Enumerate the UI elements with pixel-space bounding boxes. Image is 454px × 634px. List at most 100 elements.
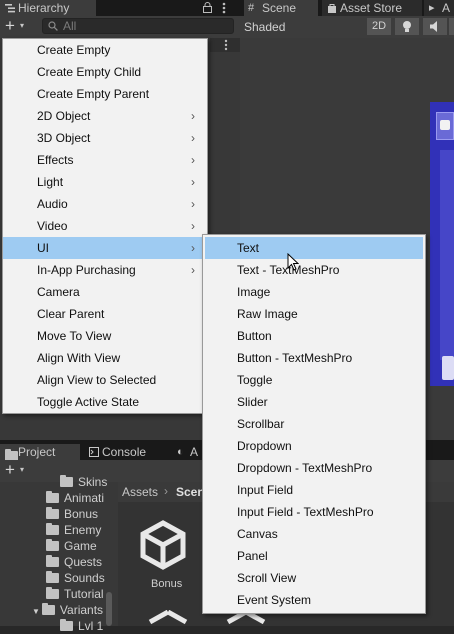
tree-item[interactable]: Sounds (46, 570, 105, 586)
menu-item-label: Create Empty (37, 43, 111, 57)
submenu-item[interactable]: Scroll View (203, 567, 425, 589)
menu-item-label: Effects (37, 153, 74, 167)
tab-hierarchy[interactable]: Hierarchy (0, 0, 96, 16)
tree-item[interactable]: Lvl 1 (60, 618, 103, 634)
tree-item[interactable]: Game (46, 538, 97, 554)
menu-item[interactable]: Create Empty Child (3, 61, 207, 83)
scene-options-icon[interactable] (224, 39, 228, 51)
tab-project[interactable]: Project (0, 444, 80, 461)
submenu-item[interactable]: Slider (203, 391, 425, 413)
tree-scrollbar[interactable] (106, 592, 112, 626)
submenu-item[interactable]: Canvas (203, 523, 425, 545)
menu-item[interactable]: Move To View (3, 325, 207, 347)
breadcrumb-scenes[interactable]: Scen (176, 485, 205, 499)
hierarchy-list-icon (5, 4, 15, 13)
tree-item[interactable]: Quests (46, 554, 102, 570)
submenu-item[interactable]: Scrollbar (203, 413, 425, 435)
hierarchy-add-button[interactable]: + ▾ (4, 16, 34, 38)
tree-item[interactable]: Skins (60, 474, 107, 490)
tab-animation[interactable]: ▸ A (424, 0, 454, 16)
unity-scene-icon[interactable] (138, 520, 188, 570)
effects-toggle-button[interactable] (449, 18, 454, 35)
tree-item[interactable]: ▼ Variants (32, 602, 103, 618)
menu-item-label: Align View to Selected (37, 373, 157, 387)
submenu-item-label: Event System (237, 593, 312, 607)
menu-item[interactable]: Align View to Selected (3, 369, 207, 391)
menu-item-label: 2D Object (37, 109, 91, 123)
submenu-item-label: Dropdown - TextMeshPro (237, 461, 373, 475)
tree-item[interactable]: Bonus (46, 506, 98, 522)
submenu-item[interactable]: Image (203, 281, 425, 303)
project-add-button[interactable]: + ▾ (4, 460, 34, 482)
menu-item-label: Create Empty Child (37, 65, 142, 79)
menu-item-label: Camera (37, 285, 80, 299)
shading-mode-label: Shaded (244, 20, 286, 34)
submenu-item[interactable]: Input Field (203, 479, 425, 501)
tab-project-label: Project (18, 445, 56, 459)
menu-item[interactable]: Create Empty (3, 39, 207, 61)
tab-asset-store[interactable]: Asset Store (322, 0, 422, 16)
submenu-item[interactable]: Toggle (203, 369, 425, 391)
submenu-item[interactable]: Panel (203, 545, 425, 567)
tab-scene[interactable]: # Scene (244, 0, 318, 16)
hierarchy-search-input[interactable]: All (42, 18, 234, 34)
unity-scene-icon[interactable] (148, 610, 188, 626)
tab-console[interactable]: Console (84, 444, 170, 460)
submenu-arrow-icon: › (191, 131, 195, 145)
submenu-item[interactable]: Dropdown - TextMeshPro (203, 457, 425, 479)
audio-toggle-button[interactable] (423, 18, 447, 35)
shading-mode-dropdown[interactable]: Shaded (244, 16, 334, 38)
submenu-arrow-icon: › (191, 109, 195, 123)
menu-item[interactable]: Video › (3, 215, 207, 237)
menu-item-label: In-App Purchasing (37, 263, 136, 277)
menu-item[interactable]: Light › (3, 171, 207, 193)
menu-item[interactable]: Audio › (3, 193, 207, 215)
expand-arrow-icon[interactable]: ▼ (32, 607, 40, 616)
kebab-menu-icon[interactable] (222, 2, 226, 14)
scene-ui-icon (440, 120, 450, 130)
menu-item[interactable]: 2D Object › (3, 105, 207, 127)
tree-item[interactable]: Animati (46, 490, 104, 506)
menu-item-label: Video (37, 219, 68, 233)
tree-item[interactable]: Enemy (46, 522, 101, 538)
submenu-item[interactable]: Button - TextMeshPro (203, 347, 425, 369)
menu-item[interactable]: Create Empty Parent (3, 83, 207, 105)
menu-item[interactable]: Align With View (3, 347, 207, 369)
submenu-item[interactable]: Raw Image (203, 303, 425, 325)
submenu-item[interactable]: Text - TextMeshPro (203, 259, 425, 281)
submenu-item-label: Button - TextMeshPro (237, 351, 353, 365)
menu-item[interactable]: UI › (3, 237, 207, 259)
project-folder-tree: Skins Animati Bonus Enemy Game Quests So… (0, 475, 118, 633)
submenu-item[interactable]: Button (203, 325, 425, 347)
breadcrumb-assets[interactable]: Assets (122, 485, 158, 499)
lock-icon[interactable] (203, 2, 212, 13)
menu-item[interactable]: In-App Purchasing › (3, 259, 207, 281)
lighting-toggle-button[interactable] (395, 18, 419, 35)
submenu-item-label: Canvas (237, 527, 278, 541)
submenu-item[interactable]: Input Field - TextMeshPro (203, 501, 425, 523)
submenu-item[interactable]: Event System (203, 589, 425, 611)
tab-hierarchy-label: Hierarchy (18, 1, 70, 15)
submenu-arrow-icon: › (191, 263, 195, 277)
menu-item[interactable]: Clear Parent (3, 303, 207, 325)
dropdown-arrow-icon: ▾ (20, 21, 25, 30)
submenu-item-label: Panel (237, 549, 268, 563)
submenu-item[interactable]: Dropdown (203, 435, 425, 457)
ui-submenu: Text Text - TextMeshPro Image Raw Image Butt… (202, 234, 426, 614)
menu-item-label: Light (37, 175, 64, 189)
submenu-item[interactable]: Text (205, 237, 423, 259)
mouse-cursor-icon (287, 253, 299, 271)
menu-item[interactable]: Toggle Active State (3, 391, 207, 413)
menu-item[interactable]: 3D Object › (3, 127, 207, 149)
submenu-item-label: Text (237, 241, 260, 255)
submenu-item-label: Image (237, 285, 271, 299)
menu-item[interactable]: Effects › (3, 149, 207, 171)
menu-item-label: Align With View (37, 351, 121, 365)
mode-2d-button[interactable]: 2D (367, 18, 391, 35)
submenu-arrow-icon: › (191, 219, 195, 233)
menu-item[interactable]: Camera (3, 281, 207, 303)
tab-project-animation[interactable]: ◐ A (172, 444, 202, 460)
tree-item[interactable]: Tutorial (46, 586, 104, 602)
shopping-bag-icon (328, 4, 336, 13)
create-context-menu: Create Empty Create Empty Child Create Emp… (2, 38, 208, 414)
